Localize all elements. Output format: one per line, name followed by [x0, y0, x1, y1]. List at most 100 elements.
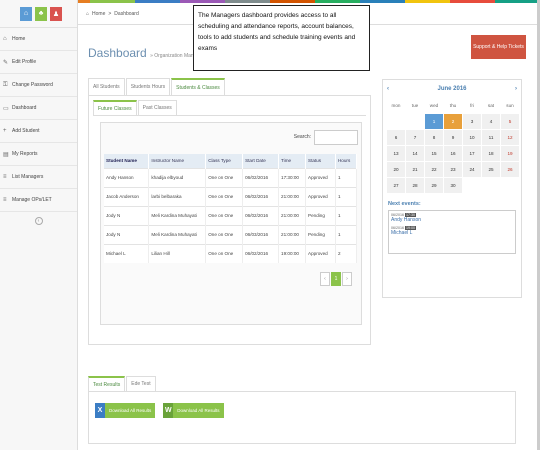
- calendar-day[interactable]: 8: [425, 130, 443, 145]
- calendar-day[interactable]: 19: [501, 146, 519, 161]
- tab-all-students[interactable]: All Students: [88, 78, 125, 95]
- calendar-day[interactable]: 20: [387, 162, 405, 177]
- sidebar-item[interactable]: ▤ My Reports: [0, 143, 77, 166]
- table-cell: 06/02/2016: [242, 205, 280, 225]
- subtab-past-classes[interactable]: Past Classes: [137, 100, 177, 115]
- event-item[interactable]: 06/2016 19:00 Michael L: [391, 226, 513, 236]
- column-header[interactable]: Class Type: [205, 154, 244, 168]
- calendar-prev-icon[interactable]: ‹: [387, 86, 389, 92]
- sidebar-quick-icons: ⌂ ♣ ♟: [0, 0, 77, 28]
- calendar-day[interactable]: 9: [444, 130, 462, 145]
- calendar-day[interactable]: 6: [387, 130, 405, 145]
- search-input[interactable]: [314, 129, 358, 145]
- calendar-day[interactable]: 26: [501, 162, 519, 177]
- table-row[interactable]: Jacob Anderson larbi belbaraka One on One 0…: [104, 186, 358, 206]
- calendar-day[interactable]: 13: [387, 146, 405, 161]
- pager-next[interactable]: ›: [342, 272, 352, 286]
- calendar-dow: tue: [406, 98, 424, 113]
- calendar-day[interactable]: 12: [501, 130, 519, 145]
- download-results-button[interactable]: X Download All Results: [95, 403, 156, 418]
- calendar-day[interactable]: 14: [406, 146, 424, 161]
- breadcrumb-home[interactable]: Home: [92, 11, 105, 17]
- table-cell: 06/03/2016: [242, 224, 280, 244]
- sidebar-item-label: Edit Profile: [12, 59, 37, 65]
- sidebar-item-label: List Managers: [12, 174, 44, 180]
- breadcrumb-current: Dashboard: [114, 10, 139, 17]
- calendar-day[interactable]: 11: [482, 130, 500, 145]
- event-name[interactable]: Andy Hanson: [391, 217, 513, 223]
- table-cell: Andy Hanson: [104, 167, 150, 187]
- calendar-day[interactable]: 27: [387, 178, 405, 193]
- table-row[interactable]: Andy Hanson khadija elbyoud One on One 06/0…: [104, 167, 358, 187]
- calendar-day[interactable]: 22: [425, 162, 443, 177]
- next-events-list[interactable]: 06/2016 17:30 Andy Hanson 06/2016 19:00 Mic…: [388, 210, 516, 254]
- sidebar-item-label: Change Password: [12, 82, 53, 88]
- calendar-day[interactable]: 3: [463, 114, 481, 129]
- event-name[interactable]: Michael L: [391, 230, 513, 236]
- tab-ede-test[interactable]: Ede Test: [126, 376, 156, 391]
- sidebar-item[interactable]: ≡ List Managers: [0, 166, 77, 189]
- calendar-day[interactable]: 30: [444, 178, 462, 193]
- column-header[interactable]: Instructor Name: [148, 154, 207, 168]
- calendar-dow: wed: [425, 98, 443, 113]
- sidebar-collapse-icon[interactable]: ‹: [34, 217, 43, 225]
- column-header[interactable]: Student Name: [104, 154, 150, 168]
- support-button[interactable]: Support & Help Tickets: [471, 35, 526, 59]
- table-row[interactable]: Jody N Meli Kardina Muhayati One on One 06/…: [104, 224, 358, 244]
- pager-prev[interactable]: ‹: [320, 272, 330, 286]
- home-icon[interactable]: ⌂: [86, 11, 89, 17]
- calendar-day[interactable]: 24: [463, 162, 481, 177]
- table-cell: Jody N: [104, 224, 150, 244]
- calendar-day[interactable]: 17: [463, 146, 481, 161]
- column-header[interactable]: Start Date: [242, 154, 280, 168]
- lock-icon: ⚿: [3, 81, 8, 88]
- sidebar-item[interactable]: ⌂ Home: [0, 28, 77, 51]
- sidebar-item[interactable]: + Add Student: [0, 120, 77, 143]
- calendar-day[interactable]: 29: [425, 178, 443, 193]
- home-icon: ⌂: [3, 36, 7, 42]
- table-row[interactable]: Jody N Meli Kardina Muhayati One on One 06/…: [104, 205, 358, 225]
- table-cell: 1: [335, 224, 358, 244]
- calendar-header: ‹ June 2016 ›: [383, 80, 521, 98]
- calendar-day[interactable]: 15: [425, 146, 443, 161]
- calendar-blank: [406, 114, 424, 129]
- calendar-day[interactable]: 4: [482, 114, 500, 129]
- pager-page[interactable]: 1: [331, 272, 341, 286]
- calendar-day[interactable]: 7: [406, 130, 424, 145]
- tab-students-classes[interactable]: Students & Classes: [171, 78, 225, 95]
- download-label: Download All Results: [177, 408, 220, 413]
- download-results-button[interactable]: W Download All Results: [163, 403, 224, 418]
- table-cell: Jody N: [104, 205, 150, 225]
- home-icon[interactable]: ⌂: [20, 6, 32, 21]
- calendar-day[interactable]: 18: [482, 146, 500, 161]
- subtab-future-classes[interactable]: Future Classes: [93, 100, 137, 115]
- calendar-day[interactable]: 25: [482, 162, 500, 177]
- sidebar-item[interactable]: ▭ Dashboard: [0, 97, 77, 120]
- calendar-day[interactable]: 2: [444, 114, 462, 129]
- calendar-dow: thu: [444, 98, 462, 113]
- calendar-day[interactable]: 10: [463, 130, 481, 145]
- calendar-day[interactable]: 1: [425, 114, 443, 129]
- event-item[interactable]: 06/2016 17:30 Andy Hanson: [391, 213, 513, 223]
- classes-table: Student Name Instructor Name Class Type Sta…: [104, 154, 358, 263]
- shirt-icon[interactable]: ♣: [35, 6, 47, 21]
- column-header[interactable]: Status: [305, 154, 336, 168]
- column-header[interactable]: Hours: [335, 154, 358, 168]
- calendar-next-icon[interactable]: ›: [515, 86, 517, 92]
- sidebar-item[interactable]: ⚿ Change Password: [0, 74, 77, 97]
- tab-students-hours[interactable]: Students Hours: [125, 78, 171, 95]
- sidebar-item-label: Manage OPs/LET: [12, 197, 52, 203]
- user-icon[interactable]: ♟: [50, 6, 62, 21]
- calendar-day[interactable]: 21: [406, 162, 424, 177]
- table-row[interactable]: Michael L Lilian Hill One on One 06/02/2016…: [104, 243, 358, 263]
- sidebar-item[interactable]: ✎ Edit Profile: [0, 51, 77, 74]
- calendar-day[interactable]: 5: [501, 114, 519, 129]
- column-header[interactable]: Time: [278, 154, 307, 168]
- sidebar-item[interactable]: ≡ Manage OPs/LET: [0, 189, 77, 212]
- calendar-day[interactable]: 23: [444, 162, 462, 177]
- tab-test-results[interactable]: Test Results: [88, 376, 126, 391]
- downloads-area: X Download All Results W Download All Resul…: [88, 392, 516, 444]
- calendar-day[interactable]: 16: [444, 146, 462, 161]
- calendar-day[interactable]: 28: [406, 178, 424, 193]
- table-cell: 1: [335, 205, 358, 225]
